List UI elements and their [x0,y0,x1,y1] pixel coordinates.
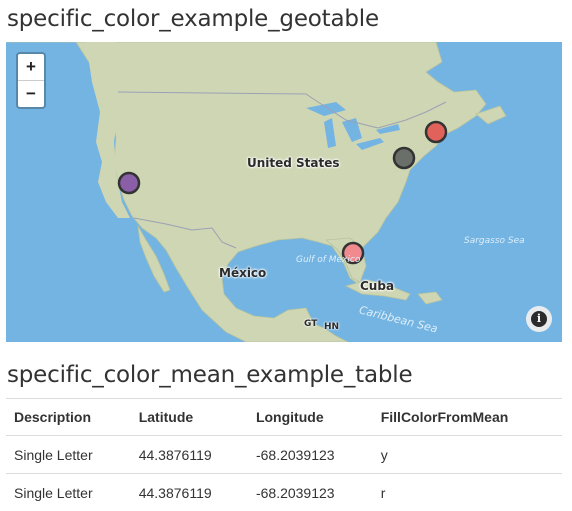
column-header-description[interactable]: Description [6,399,131,436]
cell-longitude: -68.2039123 [248,436,373,474]
land-north-america [6,42,486,342]
label-mexico: México [219,266,266,280]
label-hn: HN [324,322,339,332]
info-icon: i [531,311,547,327]
label-cuba: Cuba [360,279,394,293]
column-header-latitude[interactable]: Latitude [131,399,248,436]
cell-description: Single Letter [6,474,131,511]
zoom-out-button[interactable]: − [18,81,44,107]
map-tiles [6,42,562,342]
zoom-control: + − [16,52,46,109]
zoom-in-button[interactable]: + [18,54,44,81]
mean-table-title: specific_color_mean_example_table [7,362,412,388]
map-marker-northeast[interactable] [426,122,446,142]
cell-longitude: -68.2039123 [248,474,373,511]
table-header-row: Description Latitude Longitude FillColor… [6,399,562,436]
label-united-states: United States [247,156,287,170]
table-row: Single Letter 44.3876119 -68.2039123 y [6,436,562,474]
label-gulf-of-mexico: Gulf of Mexico [296,254,332,266]
label-sargasso-sea: Sargasso Sea [464,235,504,247]
cell-latitude: 44.3876119 [131,436,248,474]
column-header-fillcolor[interactable]: FillColorFromMean [373,399,562,436]
column-header-longitude[interactable]: Longitude [248,399,373,436]
cell-latitude: 44.3876119 [131,474,248,511]
cell-description: Single Letter [6,436,131,474]
data-table: Description Latitude Longitude FillColor… [6,398,562,511]
cell-fillcolor: y [373,436,562,474]
table-row: Single Letter 44.3876119 -68.2039123 r [6,474,562,511]
land-hispaniola [418,292,442,304]
map-marker-west[interactable] [119,173,139,193]
geotable-title: specific_color_example_geotable [7,6,379,32]
label-gt: GT [304,319,317,329]
map-marker-east[interactable] [394,148,414,168]
cell-fillcolor: r [373,474,562,511]
attribution-info-button[interactable]: i [526,306,552,332]
map-view[interactable]: United States México Cuba Gulf of Mexico… [6,42,562,342]
